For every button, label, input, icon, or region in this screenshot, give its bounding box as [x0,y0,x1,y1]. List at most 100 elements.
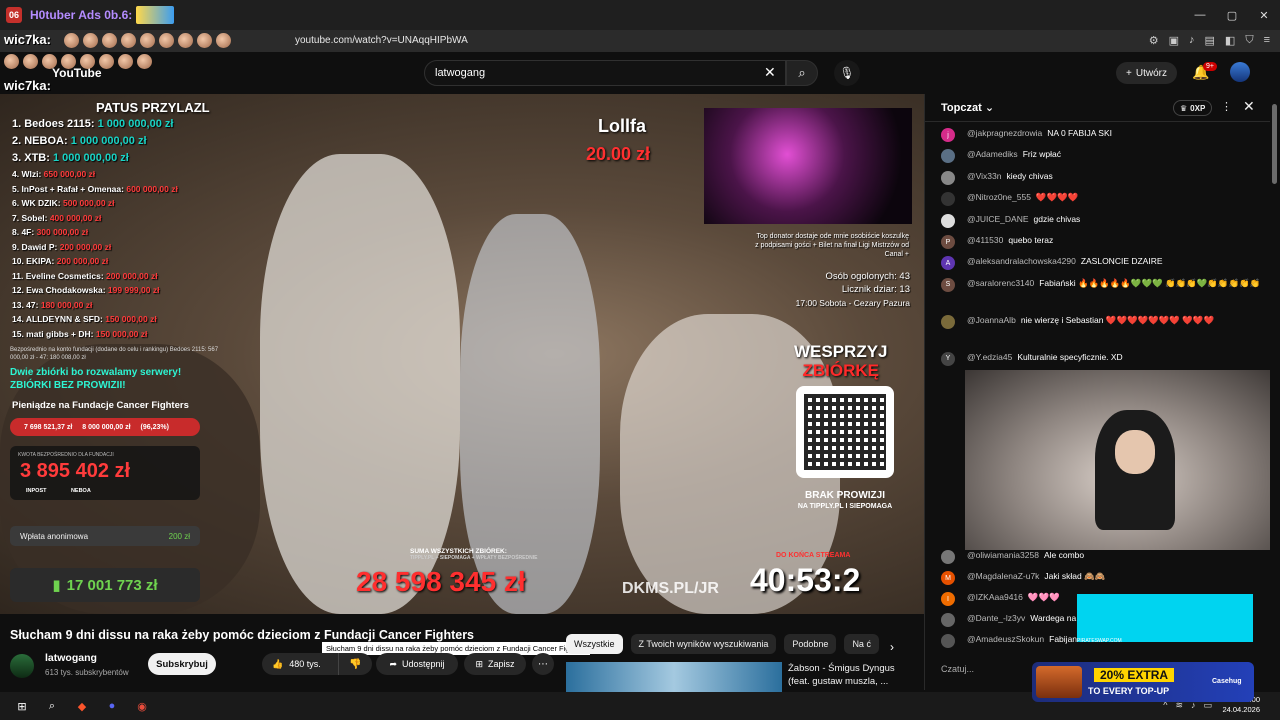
video-player[interactable]: PATUS PRZYLAZL 1. Bedoes 2115: 1 000 000… [0,94,924,614]
chat-message[interactable]: j @jakpragnezdrowia NA 0 FABIJA SKI [941,128,1261,148]
chat-avatar[interactable]: M [941,571,955,585]
recommendation-chips: Wszystkie Z Twoich wyników wyszukiwania … [566,634,879,654]
chat-message-body: @saralorenc3140 Fabiański 🔥🔥🔥🔥🔥💚💚💚 👏👏👏💚👏👏… [967,278,1260,289]
discord-icon[interactable]: ● [104,698,120,714]
sidebar-icon[interactable]: ▤ [1205,34,1215,47]
channel-avatar[interactable] [10,654,34,678]
chat-author[interactable]: @Nitroz0ne_555 [967,192,1031,202]
channel-name[interactable]: latwogang [45,652,97,664]
search-icon[interactable]: ⌕ [44,698,60,714]
chat-message[interactable]: @Adamediks Friz wpłać [941,149,1261,169]
chat-text: NA 0 FABIJA SKI [1047,128,1112,138]
chat-text: Jaki skład 🙈🙈 [1044,571,1106,581]
page-scrollbar[interactable] [1270,94,1280,690]
chat-input[interactable]: Czatuj... [941,664,974,674]
close-window-button[interactable]: ✕ [1248,0,1280,30]
minimize-button[interactable]: — [1184,0,1216,30]
chat-author[interactable]: @saralorenc3140 [967,278,1034,288]
recommendation-thumbnail[interactable] [566,662,782,692]
chat-message[interactable]: @JoannaAlb nie wierzę i Sebastian ❤️❤️❤️❤… [941,314,1261,335]
chip-all[interactable]: Wszystkie [566,634,623,654]
promo-banner[interactable]: 20% EXTRA TO EVERY TOP-UP Casehug [1032,662,1254,702]
more-actions-button[interactable]: ⋯ [532,653,554,675]
chat-message-body: @JUICE_DANE gdzie chivas [967,214,1080,225]
chat-avatar[interactable] [941,170,955,185]
chat-message[interactable]: S @saralorenc3140 Fabiański 🔥🔥🔥🔥🔥💚💚💚 👏👏👏💚👏… [941,277,1261,298]
chat-avatar[interactable]: S [941,277,955,292]
close-chat-icon[interactable]: ✕ [1243,98,1255,115]
brave-browser-icon[interactable]: ◆ [74,698,90,714]
chat-author[interactable]: @aleksandralachowska4290 [967,256,1076,266]
subscribe-button[interactable]: Subskrybuj [148,653,216,675]
ranking-label: 10. EKIPA: [12,256,55,266]
tab-title[interactable]: H0tuber Ads 0b.6: [30,8,132,22]
chevron-right-icon[interactable]: › [890,640,894,654]
extension-icon[interactable]: ⚙ [1149,34,1159,47]
chat-avatar[interactable]: A [941,256,955,271]
create-button[interactable]: + Utwórz [1116,62,1177,84]
chat-author[interactable]: @oliwiamania3258 [967,550,1039,560]
ranking-value: 1 000 000,00 zł [52,152,129,164]
dislike-button[interactable]: 👎 [338,653,372,675]
chat-author[interactable]: @JUICE_DANE [967,214,1029,224]
chat-menu-icon[interactable]: ⋮ [1221,100,1232,113]
sponsor-banner[interactable] [1077,594,1253,642]
chest-icon [1036,666,1082,698]
xp-badge[interactable]: ♛ 0XP [1173,100,1213,116]
chat-avatar[interactable] [941,634,955,648]
chat-author[interactable]: @Vix33n [967,171,1001,181]
tab-favicon-icon[interactable]: 06 [6,7,22,23]
music-icon[interactable]: ♪ [1189,34,1195,47]
chat-mode-dropdown[interactable]: Topczat ⌄ [941,101,994,114]
chat-avatar[interactable] [941,314,955,329]
chat-avatar[interactable]: P [941,235,955,249]
url-field[interactable]: youtube.com/watch?v=UNAqqHIPbWA [295,35,468,46]
app-icon[interactable]: ◉ [134,698,150,714]
chat-avatar[interactable] [941,213,955,228]
chat-avatar[interactable] [941,613,955,627]
scrollbar-thumb[interactable] [1272,104,1277,184]
chat-message[interactable]: Y @Y.edzia45 Kulturalnie specyficznie. XD [941,351,1261,372]
thumbs-down-icon: 👎 [349,658,362,670]
shield-icon[interactable]: ⛉ [1245,34,1253,47]
chat-message[interactable]: @Vix33n kiedy chivas [941,170,1261,191]
share-button[interactable]: ➦ Udostępnij [376,653,458,675]
chat-author[interactable]: @Dante_-lz3yv [967,613,1025,623]
chat-avatar[interactable] [941,192,955,207]
chat-avatar[interactable]: j [941,128,955,142]
chat-avatar[interactable] [941,149,955,164]
save-button[interactable]: ⊞ Zapisz [464,653,526,675]
chat-message[interactable]: P @411530 quebo teraz [941,235,1261,255]
clear-search-icon[interactable]: ✕ [764,64,776,81]
account-avatar[interactable] [1230,62,1250,82]
chat-author[interactable]: @MagdalenaZ-u7k [967,571,1039,581]
wallet-icon[interactable]: ◧ [1225,34,1235,47]
voice-search-button[interactable]: 🎙 [834,60,860,86]
chat-avatar[interactable]: Y [941,351,955,366]
chat-avatar[interactable]: I [941,592,955,606]
chat-author[interactable]: @IZKAaa9416 [967,592,1023,602]
chat-author[interactable]: @Y.edzia45 [967,352,1012,362]
maximize-button[interactable]: ▢ [1216,0,1248,30]
chip-similar[interactable]: Podobne [784,634,837,654]
chat-message[interactable]: M @MagdalenaZ-u7k Jaki skład 🙈🙈 [941,571,1261,591]
search-input[interactable]: latwogang [424,60,786,86]
chip-more[interactable]: Na ć [844,634,879,654]
chat-message[interactable]: @Nitroz0ne_555 ❤️❤️❤️❤️ [941,192,1261,212]
chat-avatar[interactable] [941,550,955,564]
recommendation-title[interactable]: Żabson - Śmigus Dyngus (feat. gustaw mus… [788,662,908,688]
chat-author[interactable]: @JoannaAlb [967,315,1016,325]
chat-author[interactable]: @AmadeuszSkokun [967,634,1044,644]
windows-start-icon[interactable]: ⊞ [14,698,30,714]
search-button[interactable]: ⌕ [786,60,818,86]
chat-author[interactable]: @jakpragnezdrowia [967,128,1042,138]
chat-author[interactable]: @411530 [967,235,1003,245]
chat-author[interactable]: @Adamediks [967,149,1018,159]
chat-message[interactable]: A @aleksandralachowska4290 ZASLONCIE DZAIR… [941,256,1261,276]
chat-message[interactable]: @oliwiamania3258 Ale combo [941,550,1261,570]
extension-icon[interactable]: ▣ [1169,34,1179,47]
menu-icon[interactable]: ≡ [1264,34,1270,47]
donation-amount: 200 zł [168,531,190,541]
chip-from-search[interactable]: Z Twoich wyników wyszukiwania [630,634,777,654]
chat-message[interactable]: @JUICE_DANE gdzie chivas [941,213,1261,234]
